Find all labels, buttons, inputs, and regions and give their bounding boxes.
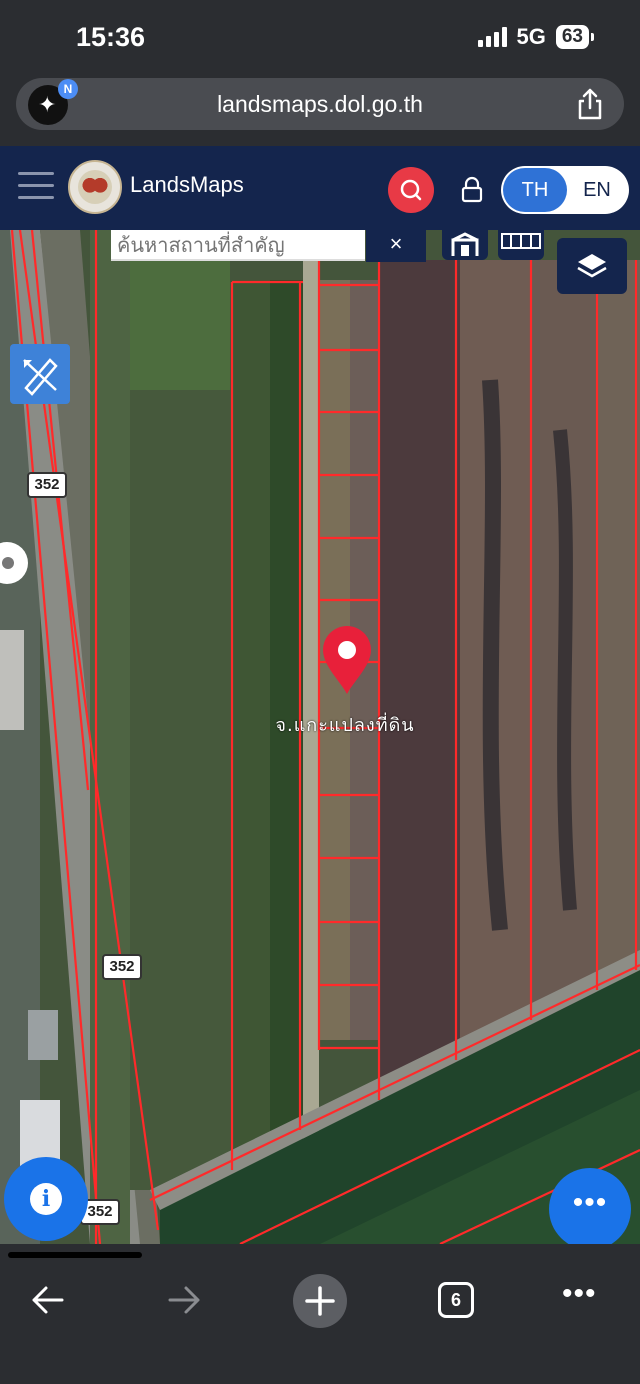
- search-button[interactable]: [388, 167, 434, 213]
- department-logo: [68, 160, 122, 214]
- browser-toolbar: 6 •••: [0, 1266, 640, 1384]
- map-view[interactable]: × 352 352 352 จ.แกะแปลงที่ดิน: [0, 230, 640, 1244]
- more-options-button[interactable]: •••: [549, 1168, 631, 1244]
- lang-en-option[interactable]: EN: [567, 168, 627, 212]
- info-button[interactable]: i: [4, 1157, 88, 1241]
- grid-tool-button[interactable]: [498, 230, 544, 260]
- building-icon: [451, 232, 479, 256]
- search-icon: [400, 179, 422, 201]
- clear-search-button[interactable]: ×: [366, 230, 426, 262]
- browser-menu-button[interactable]: •••: [562, 1279, 602, 1318]
- road-number-label: 352: [27, 472, 67, 498]
- location-dot-icon: [2, 557, 14, 569]
- url-text[interactable]: landsmaps.dol.go.th: [16, 91, 624, 118]
- brand-name: LandsMaps: [130, 172, 244, 197]
- plus-icon: [305, 1286, 335, 1316]
- back-arrow-icon[interactable]: [28, 1280, 68, 1320]
- battery-icon: 63: [555, 25, 594, 49]
- status-time: 15:36: [76, 22, 146, 52]
- measure-tool-button[interactable]: [10, 344, 70, 404]
- road-number-label: 352: [102, 954, 142, 980]
- info-icon: i: [30, 1183, 62, 1215]
- status-indicators: 5G 63: [477, 24, 594, 50]
- app-header: LandsMaps TH EN: [0, 146, 640, 230]
- battery-level: 63: [555, 25, 589, 49]
- grid-icon: [501, 233, 541, 249]
- place-search-box[interactable]: [111, 230, 365, 261]
- horizontal-scrollbar[interactable]: [0, 1244, 640, 1266]
- parcel-label: จ.แกะแปลงที่ดิน: [275, 715, 415, 736]
- menu-icon[interactable]: [18, 172, 54, 202]
- location-pin-icon[interactable]: [321, 626, 373, 696]
- lock-icon[interactable]: [459, 176, 485, 204]
- lang-th-option[interactable]: TH: [503, 168, 567, 212]
- tab-switcher-button[interactable]: 6: [438, 1282, 474, 1318]
- layers-icon: [577, 254, 607, 278]
- ruler-pencil-icon: [23, 358, 58, 396]
- address-bar[interactable]: ✦ N landsmaps.dol.go.th: [16, 78, 624, 130]
- layers-button[interactable]: [557, 238, 627, 294]
- place-search-input[interactable]: [111, 230, 365, 259]
- building-tool-button[interactable]: [442, 230, 488, 260]
- forward-arrow-icon[interactable]: [164, 1280, 204, 1320]
- cellular-signal-icon: [477, 27, 507, 47]
- network-type: 5G: [516, 24, 546, 49]
- share-icon[interactable]: [576, 88, 604, 120]
- status-bar: 15:36 5G 63: [0, 0, 640, 74]
- language-toggle[interactable]: TH EN: [501, 166, 629, 214]
- new-tab-button[interactable]: [293, 1274, 347, 1328]
